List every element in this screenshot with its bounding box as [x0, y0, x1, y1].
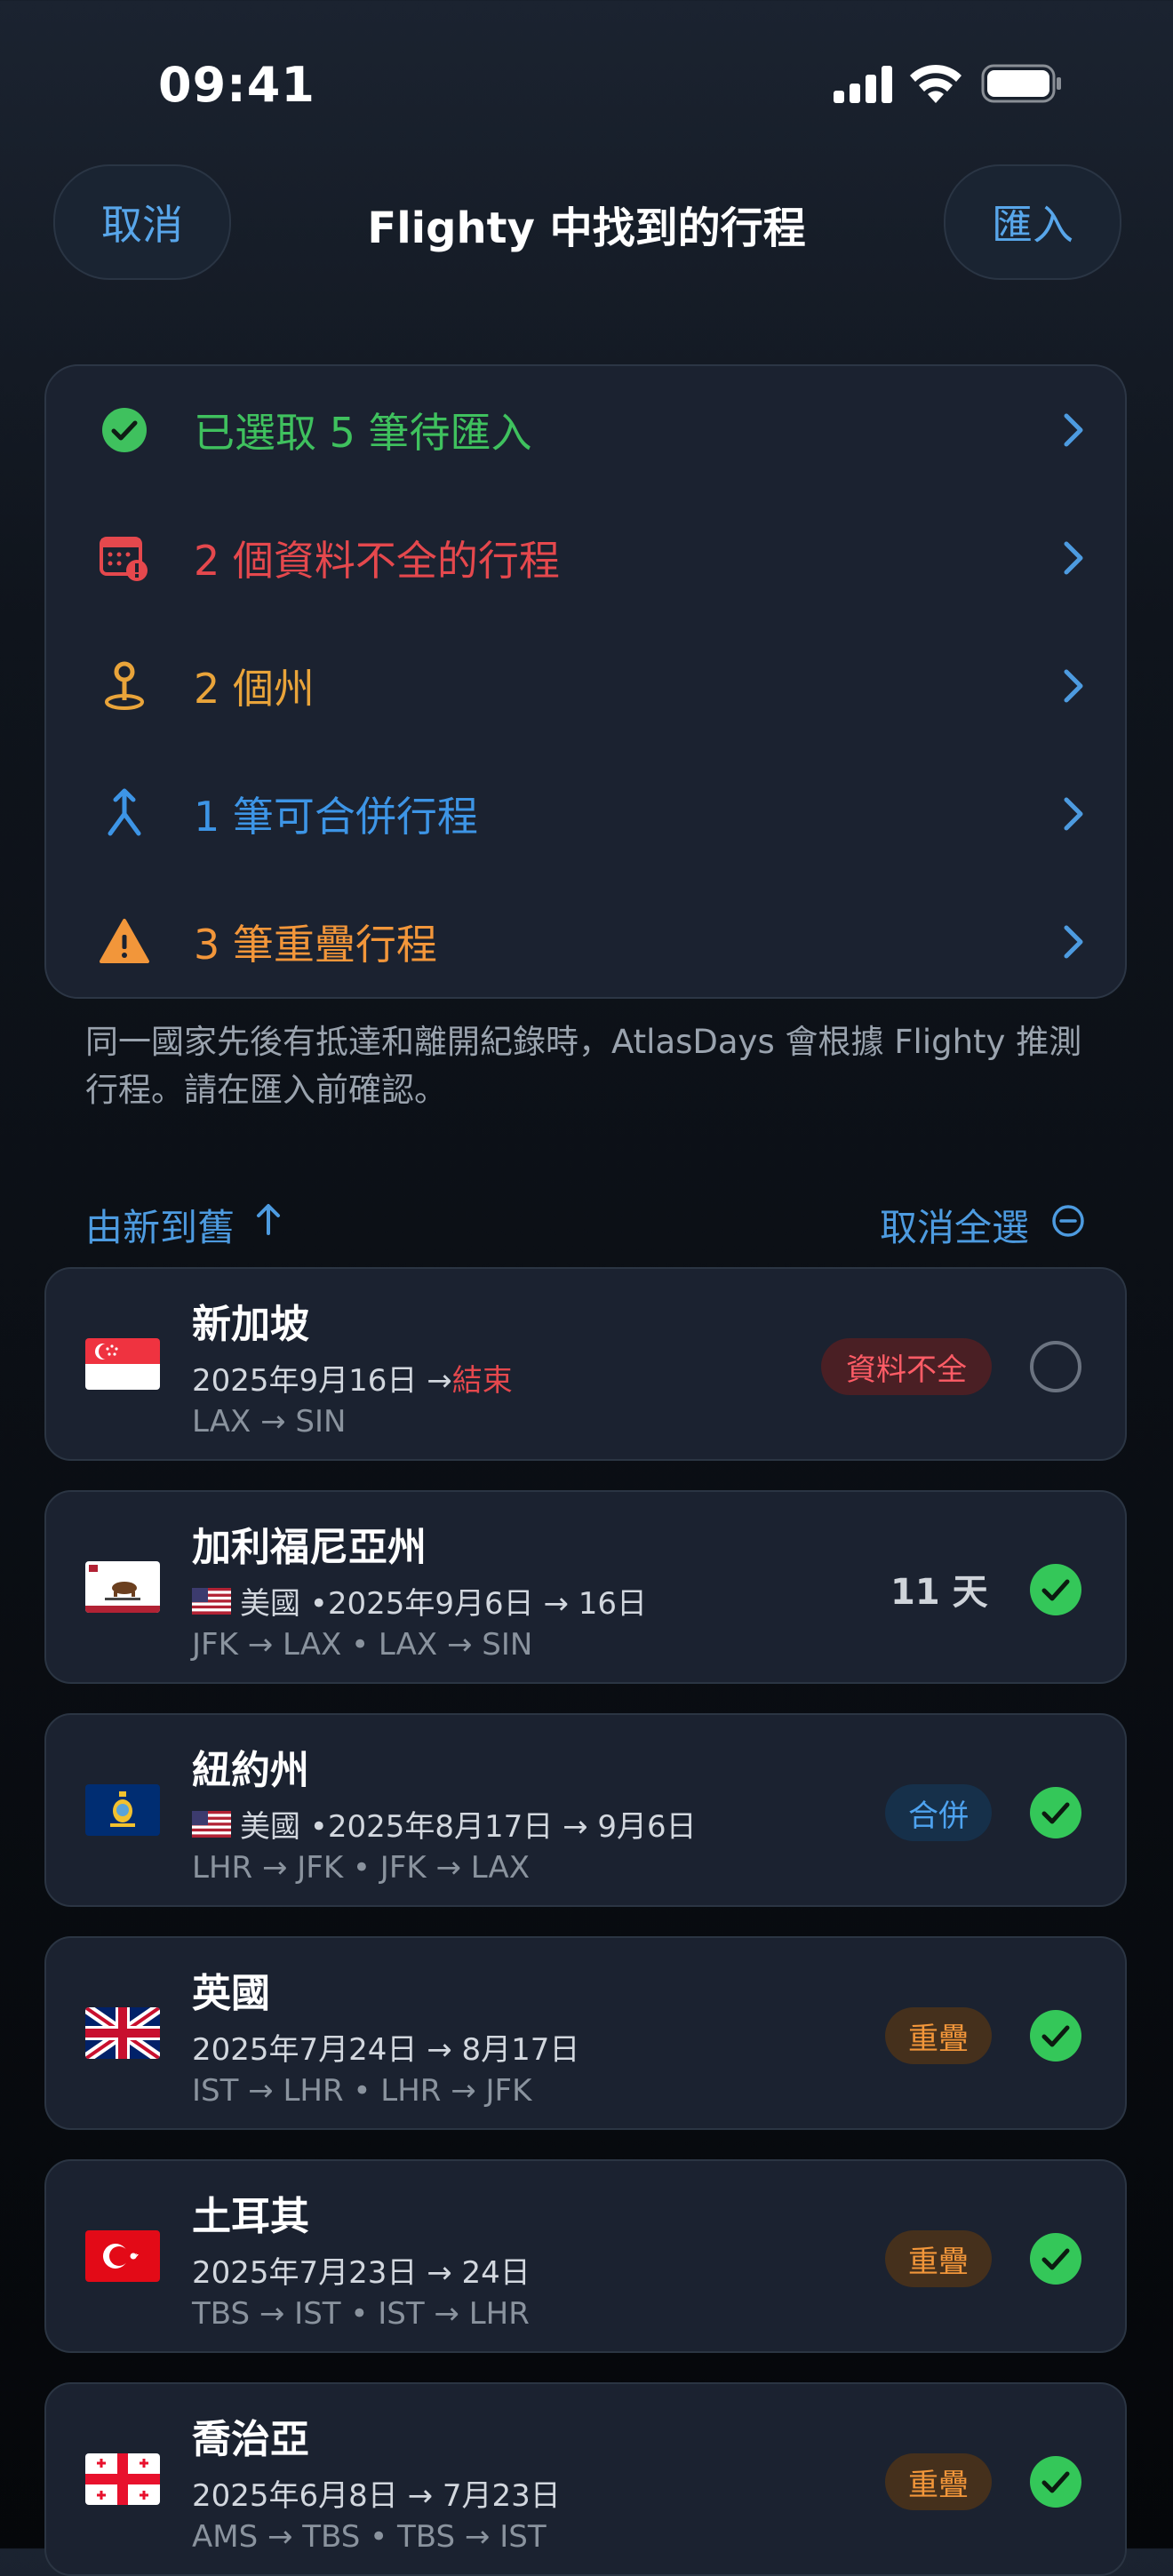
summary-row-mergeable[interactable]: 1 筆可合併行程	[46, 750, 1127, 878]
overlap-badge: 重疊	[885, 2230, 992, 2287]
us-flag-icon	[192, 1587, 231, 1615]
new-york-flag-icon	[85, 1784, 160, 1836]
check-circle-icon	[102, 408, 147, 452]
summary-label: 1 筆可合併行程	[194, 793, 478, 841]
trip-card-turkey[interactable]: 土耳其 2025年7月23日 → 24日 TBS → IST • IST → L…	[44, 2159, 1127, 2353]
battery-icon	[981, 64, 1061, 103]
summary-row-selected[interactable]: 已選取 5 筆待匯入	[46, 366, 1127, 494]
merge-icon	[108, 788, 141, 836]
arrow-up-icon	[257, 1204, 280, 1235]
trip-route: JFK → LAX • LAX → SIN	[192, 1627, 533, 1663]
page-title: Flighty 中找到的行程	[367, 203, 806, 253]
selected-check-icon[interactable]	[1029, 1786, 1082, 1839]
trip-date-range: 2025年6月8日 → 7月23日	[192, 2478, 561, 2514]
selected-check-icon[interactable]	[1029, 2455, 1082, 2508]
trip-route: AMS → TBS • TBS → IST	[192, 2519, 547, 2555]
calendar-alert-icon	[100, 537, 148, 581]
location-pin-icon	[105, 661, 144, 710]
warning-icon	[100, 919, 149, 963]
turkey-flag-icon	[85, 2230, 160, 2282]
trip-title: 紐約州	[192, 1748, 309, 1793]
chevron-right-icon	[1064, 797, 1083, 831]
trip-dates: 2025年9月16日 → 結束	[192, 1356, 513, 1400]
chevron-right-icon	[1064, 541, 1083, 575]
selected-check-icon[interactable]	[1029, 2232, 1082, 2285]
trip-end-label: 結束	[451, 1363, 513, 1399]
merge-badge: 合併	[885, 1784, 992, 1841]
georgia-flag-icon	[85, 2453, 160, 2505]
chevron-right-icon	[1064, 669, 1083, 703]
california-flag-icon	[85, 1561, 160, 1613]
trip-card-california[interactable]: 加利福尼亞州 美國 • 2025年9月6日 → 16日 JFK → LAX • …	[44, 1490, 1127, 1684]
trip-dates: 2025年7月23日 → 24日	[192, 2248, 531, 2292]
cellular-signal-icon	[834, 66, 892, 103]
us-flag-icon	[192, 1810, 231, 1838]
summary-row-overlapping[interactable]: 3 筆重疊行程	[46, 878, 1127, 1006]
trip-dates: 2025年7月24日 → 8月17日	[192, 2025, 579, 2069]
cancel-button[interactable]: 取消	[53, 164, 231, 280]
selected-check-icon[interactable]	[1029, 1563, 1082, 1616]
selected-check-icon[interactable]	[1029, 2009, 1082, 2062]
deselect-all-button[interactable]: 取消全選	[880, 1198, 1029, 1252]
import-summary-card: 已選取 5 筆待匯入 2 個資料不全的行程 2 個州 1 筆可合併行程 3 筆重…	[44, 364, 1127, 999]
trip-card-new-york[interactable]: 紐約州 美國 • 2025年8月17日 → 9月6日 LHR → JFK • J…	[44, 1713, 1127, 1907]
unselected-circle-icon[interactable]	[1029, 1340, 1082, 1393]
incomplete-badge: 資料不全	[821, 1338, 992, 1395]
status-bar: 09:41	[0, 0, 1173, 169]
sort-button[interactable]: 由新到舊	[85, 1198, 235, 1252]
trip-route: TBS → IST • IST → LHR	[192, 2296, 530, 2332]
wifi-icon	[910, 64, 962, 103]
trip-route: LHR → JFK • JFK → LAX	[192, 1850, 531, 1886]
import-note: 同一國家先後有抵達和離開紀錄時，AtlasDays 會根據 Flighty 推測…	[85, 1023, 1082, 1109]
overlap-badge: 重疊	[885, 2453, 992, 2510]
uk-flag-icon	[85, 2007, 160, 2059]
trip-country: 美國 •	[240, 1586, 328, 1622]
trip-dates: 2025年6月8日 → 7月23日	[192, 2471, 561, 2515]
singapore-flag-icon	[85, 1338, 160, 1390]
trip-date-range: 2025年9月16日 →	[192, 1363, 452, 1399]
import-button[interactable]: 匯入	[944, 164, 1121, 280]
trip-date-range: 2025年8月17日 → 9月6日	[327, 1809, 697, 1845]
chevron-right-icon	[1064, 925, 1083, 959]
summary-label: 2 個資料不全的行程	[194, 537, 560, 585]
trip-date-range: 2025年7月24日 → 8月17日	[192, 2032, 580, 2068]
trip-title: 英國	[192, 1971, 270, 2016]
minus-circle-icon	[1052, 1205, 1084, 1237]
summary-row-incomplete[interactable]: 2 個資料不全的行程	[46, 494, 1127, 622]
trip-card-georgia[interactable]: 喬治亞 2025年6月8日 → 7月23日 AMS → TBS • TBS → …	[44, 2382, 1127, 2576]
trip-country: 美國 •	[240, 1809, 328, 1845]
nav-bar: 取消 Flighty 中找到的行程 匯入	[0, 164, 1173, 284]
status-time: 09:41	[158, 57, 315, 113]
trip-dates: 美國 • 2025年9月6日 → 16日	[192, 1579, 647, 1623]
trip-card-singapore[interactable]: 新加坡 2025年9月16日 → 結束 LAX → SIN 資料不全	[44, 1267, 1127, 1461]
summary-row-states[interactable]: 2 個州	[46, 622, 1127, 750]
chevron-right-icon	[1064, 413, 1083, 447]
trip-route: IST → LHR • LHR → JFK	[192, 2073, 532, 2109]
trip-route: LAX → SIN	[192, 1404, 347, 1440]
overlap-badge: 重疊	[885, 2007, 992, 2064]
trip-date-range: 2025年9月6日 → 16日	[327, 1586, 648, 1622]
summary-label: 已選取 5 筆待匯入	[194, 409, 532, 457]
trip-title: 土耳其	[192, 2194, 309, 2239]
trip-card-uk[interactable]: 英國 2025年7月24日 → 8月17日 IST → LHR • LHR → …	[44, 1936, 1127, 2130]
summary-label: 3 筆重疊行程	[194, 921, 437, 969]
trip-title: 加利福尼亞州	[192, 1525, 427, 1570]
trip-date-range: 2025年7月23日 → 24日	[192, 2255, 531, 2291]
trip-title: 新加坡	[192, 1302, 309, 1347]
trip-dates: 美國 • 2025年8月17日 → 9月6日	[192, 1802, 697, 1846]
trip-duration: 11 天	[890, 1572, 988, 1613]
trip-title: 喬治亞	[192, 2417, 309, 2462]
summary-label: 2 個州	[194, 665, 315, 713]
